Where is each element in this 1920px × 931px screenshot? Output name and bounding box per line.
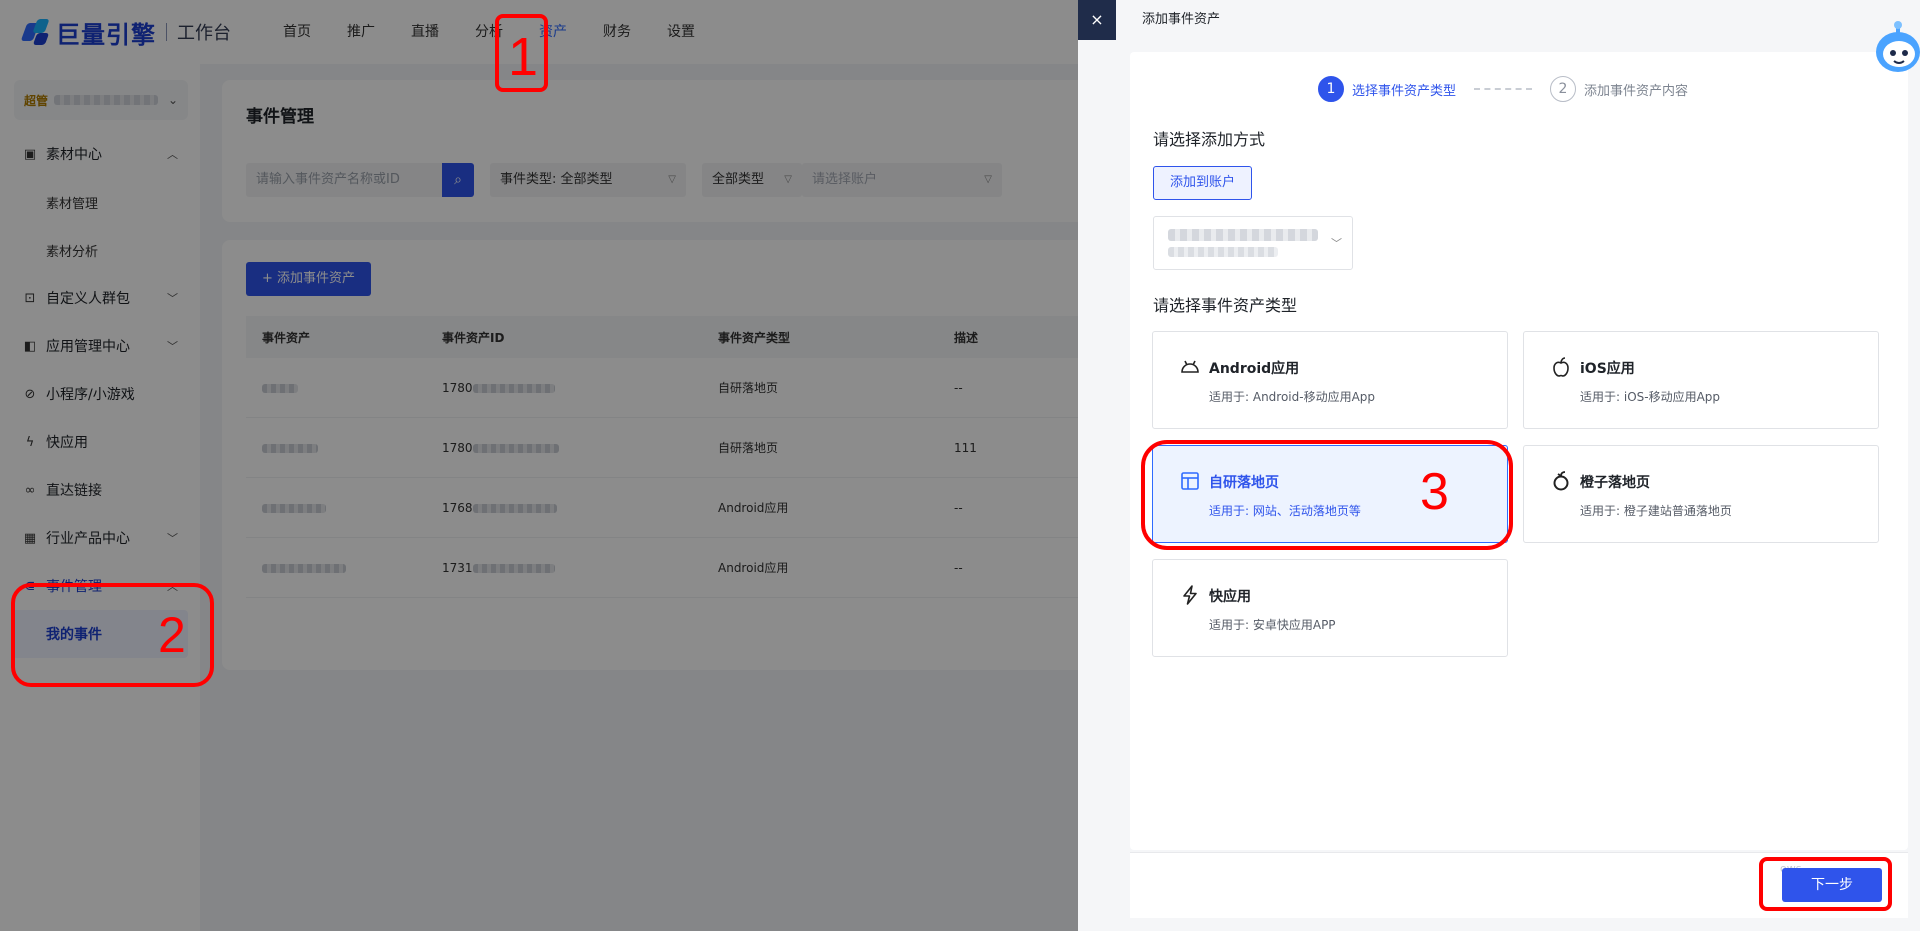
close-button[interactable]: × bbox=[1078, 0, 1116, 40]
account-picker-redacted bbox=[1168, 247, 1278, 257]
type-card-quick-app[interactable]: 快应用 适用于: 安卓快应用APP bbox=[1152, 559, 1508, 657]
orange-icon bbox=[1550, 470, 1572, 492]
lightning-icon bbox=[1179, 584, 1201, 606]
annotation-number-1: 1 bbox=[508, 27, 539, 87]
step-divider bbox=[1474, 88, 1533, 90]
annotation-box-next bbox=[1759, 857, 1892, 911]
apple-icon bbox=[1550, 356, 1572, 378]
type-card-orange-landing-page[interactable]: 橙子落地页 适用于: 橙子建站普通落地页 bbox=[1523, 445, 1879, 543]
chevron-down-icon: ﹀ bbox=[1331, 237, 1342, 250]
stepper: 1 选择事件资产类型 2 添加事件资产内容 bbox=[1318, 76, 1688, 102]
step-1-label: 选择事件资产类型 bbox=[1352, 83, 1457, 99]
account-picker-redacted bbox=[1168, 229, 1318, 241]
type-card-android[interactable]: Android应用 适用于: Android-移动应用App bbox=[1152, 331, 1508, 429]
android-icon bbox=[1179, 356, 1201, 378]
assistant-bot-icon[interactable] bbox=[1872, 20, 1920, 80]
type-desc: 适用于: 安卓快应用APP bbox=[1209, 618, 1336, 632]
type-name: 橙子落地页 bbox=[1580, 475, 1650, 491]
add-to-account-option[interactable]: 添加到账户 bbox=[1153, 166, 1253, 200]
drawer-title: 添加事件资产 bbox=[1142, 12, 1221, 27]
type-name: iOS应用 bbox=[1580, 361, 1635, 377]
step-2-label: 添加事件资产内容 bbox=[1584, 83, 1689, 99]
close-icon: × bbox=[1090, 10, 1104, 29]
step-2-number: 2 bbox=[1550, 76, 1577, 102]
account-picker[interactable]: ﹀ bbox=[1153, 216, 1353, 270]
annotation-number-3: 3 bbox=[1420, 463, 1449, 521]
type-desc: 适用于: 橙子建站普通落地页 bbox=[1580, 504, 1732, 518]
type-desc: 适用于: Android-移动应用App bbox=[1209, 390, 1376, 404]
type-name: 快应用 bbox=[1209, 589, 1251, 605]
annotation-box-3 bbox=[1141, 440, 1513, 550]
type-desc: 适用于: iOS-移动应用App bbox=[1580, 390, 1721, 404]
annotation-number-2: 2 bbox=[158, 607, 186, 663]
choose-type-title: 请选择事件资产类型 bbox=[1153, 296, 1298, 315]
step-1-number: 1 bbox=[1318, 76, 1344, 102]
type-name: Android应用 bbox=[1209, 361, 1300, 377]
choose-method-title: 请选择添加方式 bbox=[1153, 130, 1266, 149]
type-card-ios[interactable]: iOS应用 适用于: iOS-移动应用App bbox=[1523, 331, 1879, 429]
